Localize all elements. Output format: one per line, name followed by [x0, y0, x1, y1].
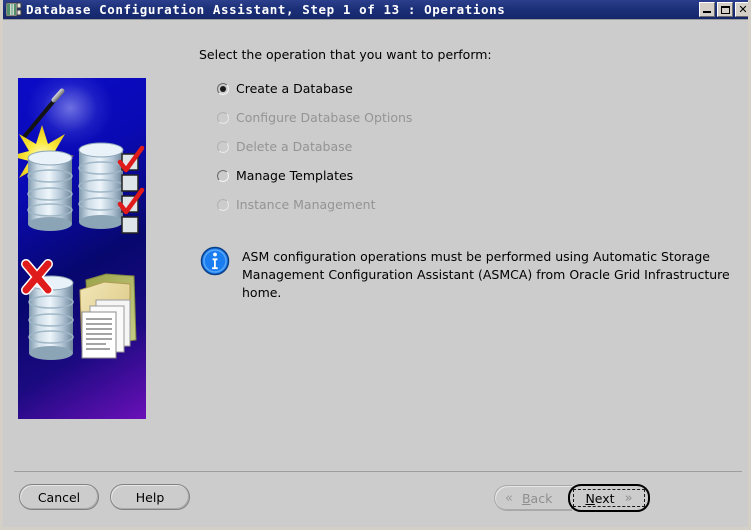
database-delete-icon [21, 259, 74, 360]
cancel-button[interactable]: Cancel [19, 484, 99, 510]
close-button[interactable]: ✕ [735, 2, 748, 17]
back-button: « Back [494, 485, 572, 511]
radio-indicator [217, 198, 229, 211]
radio-option-create-database[interactable]: Create a Database [217, 74, 697, 103]
chevron-left-double-icon: « [505, 490, 513, 506]
radio-option-delete-database: Delete a Database [217, 132, 697, 161]
database-app-icon [5, 2, 22, 17]
radio-label: Configure Database Options [236, 110, 413, 125]
back-label: Back [521, 490, 553, 506]
info-icon [200, 246, 230, 276]
help-label: Help [135, 489, 165, 505]
window-title: Database Configuration Assistant, Step 1… [26, 2, 506, 17]
cancel-label: Cancel [37, 489, 81, 505]
next-label: Next [585, 490, 615, 506]
page-prompt: Select the operation that you want to pe… [199, 47, 492, 62]
footer-separator [14, 471, 742, 472]
chevron-right-double-icon: » [624, 490, 633, 506]
radio-label: Create a Database [236, 81, 353, 96]
dialog-window: Database Configuration Assistant, Step 1… [0, 0, 751, 530]
radio-label: Instance Management [236, 197, 376, 212]
radio-indicator [217, 140, 229, 153]
maximize-button[interactable] [717, 2, 733, 17]
help-button[interactable]: Help [110, 484, 190, 510]
radio-label: Delete a Database [236, 139, 353, 154]
title-bar: Database Configuration Assistant, Step 1… [3, 0, 748, 20]
checklist-checkmarks-icon [117, 145, 145, 234]
folder-documents-icon [79, 273, 137, 359]
wizard-illustration [18, 78, 146, 419]
window-controls: ✕ [699, 2, 748, 17]
radio-indicator[interactable] [217, 82, 229, 95]
asm-info-note: ASM configuration operations must be per… [200, 246, 748, 302]
database-cylinder-left [27, 150, 73, 231]
minimize-button[interactable] [699, 2, 715, 17]
close-icon: ✕ [738, 3, 748, 16]
next-button[interactable]: Next » [568, 484, 650, 512]
radio-option-manage-templates[interactable]: Manage Templates [217, 161, 697, 190]
asm-info-text: ASM configuration operations must be per… [242, 249, 730, 300]
radio-option-instance-management: Instance Management [217, 190, 697, 219]
radio-label: Manage Templates [236, 168, 354, 183]
radio-indicator[interactable] [217, 169, 229, 182]
radio-option-configure-database-options: Configure Database Options [217, 103, 697, 132]
operation-radio-group: Create a Database Configure Database Opt… [217, 74, 697, 219]
radio-indicator [217, 111, 229, 124]
database-cylinder-right [78, 142, 124, 229]
